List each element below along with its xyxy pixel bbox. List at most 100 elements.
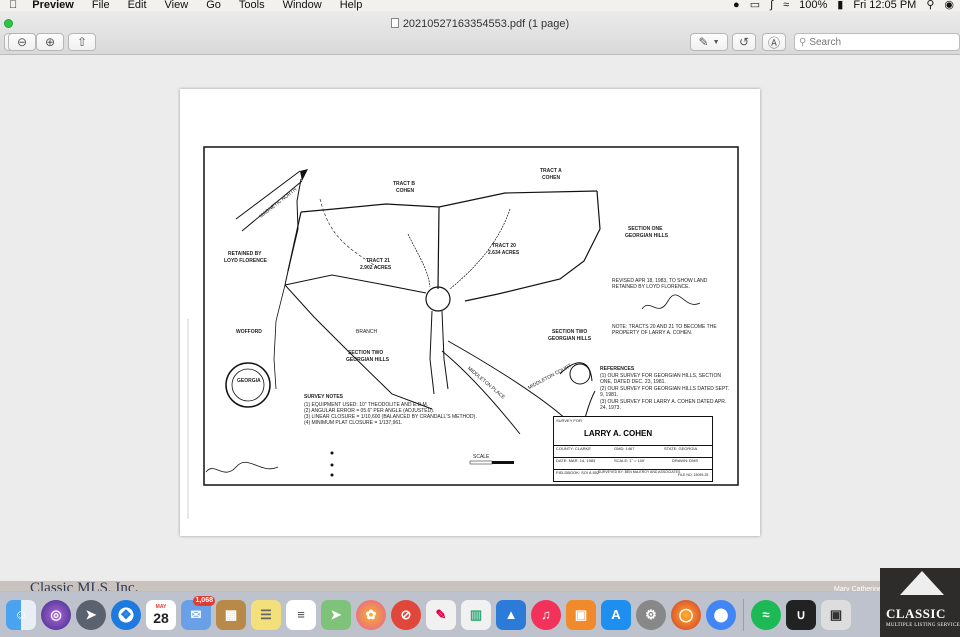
loyd-florence-label: LOYD FLORENCE [224,258,267,264]
tract-21-label: TRACT 21 [366,258,390,264]
document-title: 20210527163354553.pdf (1 page) [0,18,960,30]
dock-keynote-icon[interactable]: ▲ [496,599,526,630]
dock-launchpad-icon[interactable]: ➤ [76,599,106,630]
house-logo-icon [900,571,944,595]
search-input[interactable] [809,36,940,48]
section-two-label-b: SECTION TWO [552,329,588,335]
branch-label: BRANCH [356,329,378,335]
dock-books-icon[interactable]: ▣ [566,599,596,630]
search-icon: ⚲ [799,36,807,48]
share-icon: ⇧ [76,35,88,49]
dock-numbers-icon[interactable]: ▥ [461,599,491,630]
section-two-label-a: SECTION TWO [348,350,384,356]
user-avatar-icon[interactable]: ◉ [944,0,954,11]
zoom-out-button[interactable]: ⊖ [8,33,36,51]
creative-cloud-icon[interactable]: ● [733,0,740,11]
drawn-field: DRAWN: DMS [672,458,699,463]
search-field[interactable]: ⚲ [794,33,960,51]
menu-help[interactable]: Help [331,0,372,11]
dock-notefile-icon[interactable]: ▦ [216,599,246,630]
dock-safari-icon[interactable]: ❖ [111,599,141,630]
reference-1: (1) OUR SURVEY FOR GEORGIAN HILLS, SECTI… [600,373,721,385]
tract-20-label: TRACT 20 [492,243,516,249]
dock-siri-icon[interactable]: ◎ [41,599,71,630]
chevron-down-icon: ▼ [712,38,720,46]
dock-settings-icon[interactable]: ⚙ [636,599,666,630]
reference-3: (3) OUR SURVEY FOR LARRY A. COHEN DATED … [600,399,727,411]
menu-file[interactable]: File [83,0,119,11]
georgian-hills-label-2: GEORGIAN HILLS [346,357,390,363]
airplay-icon[interactable]: ▭ [750,0,760,11]
menu-go[interactable]: Go [197,0,230,11]
dock-separator [743,598,744,631]
tracts-note: NOTE: TRACTS 20 AND 21 TO BECOME THE PRO… [612,324,717,336]
survey-for-label: SURVEY FOR [556,418,582,423]
battery-icon[interactable]: ▮ [837,0,843,11]
dock-maps-icon[interactable]: ➤ [321,599,351,630]
status-area: ● ▭ ∫ ≈ 100% ▮ Fri 12:05 PM ⚲ ◉ [733,0,960,11]
markup-pen-button[interactable]: ✎ ▼ [690,33,728,51]
dock: ☺ ◎ ➤ ❖ MAY 28 ✉ 1,068 ▦ ☰ ≡ ➤ ✿ ⊘ ✎ ▥ ▲ … [0,591,960,637]
bluetooth-icon[interactable]: ∫ [770,0,773,11]
menu-window[interactable]: Window [274,0,331,11]
dock-finder-icon[interactable]: ☺ [6,599,36,630]
scale-field: SCALE: 1" = 100' [614,458,645,463]
dock-do-not-icon[interactable]: ⊘ [391,599,421,630]
document-title-text: 20210527163354553.pdf (1 page) [402,18,570,30]
retained-by-label: RETAINED BY [228,251,262,257]
tract-21-acres: 2.902 ACRES [360,265,392,271]
wifi-icon[interactable]: ≈ [783,0,789,11]
calendar-day: 28 [153,610,169,626]
dock-notes-icon[interactable]: ☰ [251,599,281,630]
tract-b-owner: COHEN [396,188,415,194]
rotate-button[interactable]: ↺ [732,33,756,51]
wofford-label: WOFFORD [236,329,262,335]
menu-app-name[interactable]: Preview [26,0,83,11]
rotate-icon: ↺ [738,35,750,49]
state-field: STATE: GEORGIA [664,446,698,451]
gmd-field: GMD: 1467 [614,446,635,451]
pdf-file-icon [390,18,399,28]
menu-edit[interactable]: Edit [119,0,156,11]
dock-chrome-icon[interactable]: ◯ [706,599,736,630]
dock-photos-icon[interactable]: ✿ [356,599,386,630]
logo-subtext: MULTIPLE LISTING SERVICE [886,623,960,628]
dock-music-icon[interactable]: ♫ [531,599,561,630]
dock-textedit-icon[interactable]: ✎ [426,599,456,630]
survey-notes-title: SURVEY NOTES [304,394,343,400]
county-field: COUNTY: CLARKE [556,446,591,451]
dock-mail-icon[interactable]: ✉ 1,068 [181,595,215,630]
dock-spotify-icon[interactable]: ≈ [751,599,781,630]
revision-note: REVISED APR 18, 1983, TO SHOW LAND RETAI… [612,278,708,290]
dock-activity-monitor-icon[interactable]: ∪ [786,599,816,630]
zoom-in-button[interactable]: ⊕ [36,33,64,51]
fieldbook-field: FIELDBOOK: SOI 8.552 [556,470,600,475]
apple-icon[interactable]:  [0,0,26,11]
file-no-field: FILE NO: 15099-25 [678,473,709,477]
tract-b-label: TRACT B [393,181,415,187]
menu-view[interactable]: View [156,0,198,11]
survey-note-4: (4) MINIMUM PLAT CLOSURE = 1/137,961. [304,420,403,426]
share-button[interactable]: ⇧ [68,33,96,51]
background-strip [0,581,960,591]
tract-a-owner: COHEN [542,175,561,181]
reference-2: (2) OUR SURVEY FOR GEORGIAN HILLS DATED … [600,386,730,398]
dock-appstore-icon[interactable]: A [601,599,631,630]
date-field: DATE: MAR. 14, 1983 [556,458,596,463]
markup-icon: Ⓐ [767,35,780,50]
title-block: SURVEY FOR LARRY A. COHEN COUNTY: CLARKE… [553,416,713,482]
tract-20-acres: 2.634 ACRES [488,250,520,256]
pen-icon: ✎ [698,35,709,49]
dock-firefox-icon[interactable]: ◯ [671,599,701,630]
preview-window: 20210527163354553.pdf (1 page) ▣ ⊖ ⊕ ⇧ ✎… [0,11,960,581]
spotlight-icon[interactable]: ⚲ [926,0,934,11]
logo-text: CLASSIC [886,606,946,621]
dock-reminders-icon[interactable]: ≡ [286,599,316,630]
dock-preview-icon[interactable]: ▣ [821,599,851,630]
window-toolbar: 20210527163354553.pdf (1 page) ▣ ⊖ ⊕ ⇧ ✎… [0,11,960,55]
menu-tools[interactable]: Tools [230,0,274,11]
markup-toolbar-button[interactable]: Ⓐ [762,33,786,51]
dock-calendar-icon[interactable]: MAY 28 [146,599,176,630]
document-view[interactable]: TRACT B COHEN TRACT A COHEN SECTION ONE … [0,56,960,581]
menu-clock[interactable]: Fri 12:05 PM [853,0,916,11]
